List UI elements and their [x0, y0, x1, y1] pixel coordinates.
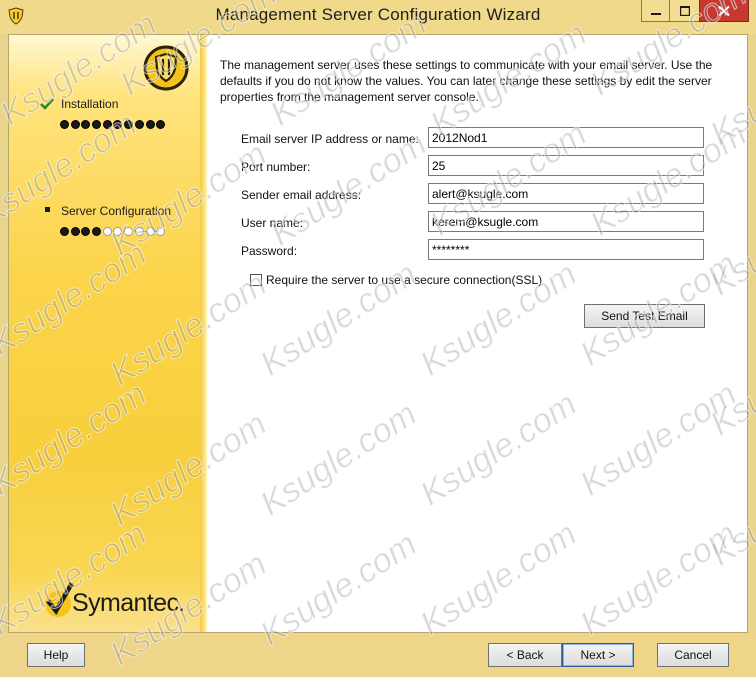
progress-dot [60, 120, 69, 129]
minimize-button[interactable] [641, 0, 669, 22]
ssl-checkbox[interactable] [250, 274, 262, 286]
user-name-input[interactable] [428, 211, 704, 232]
wizard-sidebar: Installation Server Configuration Symant… [9, 35, 200, 632]
symantec-checkmark-logo-icon [45, 581, 74, 617]
ssl-checkbox-label[interactable]: Require the server to use a secure conne… [266, 273, 542, 287]
cancel-button[interactable]: Cancel [657, 643, 729, 667]
progress-dot [92, 120, 102, 129]
progress-dot [134, 120, 144, 129]
send-test-email-button[interactable]: Send Test Email [584, 304, 705, 328]
step-label: Installation [61, 97, 119, 111]
sidebar-edge [200, 35, 207, 632]
logo-wordmark: Symantec. [72, 589, 185, 617]
progress-dot [60, 227, 69, 236]
password-input[interactable] [428, 239, 704, 260]
wizard-button-bar: Help < Back Next > Cancel [0, 633, 756, 677]
maximize-button[interactable] [669, 0, 699, 22]
step-progress-dots [60, 118, 167, 132]
progress-dot [70, 227, 80, 236]
sender-email-input[interactable] [428, 183, 704, 204]
symantec-logo: Symantec. [42, 581, 192, 621]
close-button[interactable] [699, 0, 749, 22]
email-server-label: Email server IP address or name: [241, 132, 419, 146]
description-text: The management server uses these setting… [220, 58, 713, 104]
sender-email-label: Sender email address: [241, 188, 362, 202]
progress-dot [124, 120, 134, 129]
title-bar: Management Server Configuration Wizard [0, 0, 756, 34]
email-server-input[interactable] [428, 127, 704, 148]
current-step-bullet-icon [45, 207, 50, 212]
port-number-label: Port number: [241, 160, 311, 174]
progress-dot [81, 227, 91, 236]
close-icon [718, 5, 730, 16]
progress-dot [92, 227, 102, 236]
step-label: Server Configuration [61, 204, 172, 218]
progress-dot [134, 227, 144, 236]
password-label: Password: [241, 244, 298, 258]
progress-dot [113, 120, 123, 129]
maximize-icon [679, 5, 690, 16]
progress-dot [124, 227, 134, 236]
back-button[interactable]: < Back [488, 643, 562, 667]
wizard-client-area: Installation Server Configuration Symant… [8, 34, 748, 633]
minimize-icon [650, 12, 661, 15]
progress-dot [102, 120, 112, 129]
step-progress-dots [60, 225, 167, 239]
symantec-shield-logo-icon [143, 45, 189, 91]
progress-dot [81, 120, 91, 129]
progress-dot [113, 227, 123, 236]
next-button[interactable]: Next > [562, 643, 634, 667]
checkmark-icon [40, 98, 54, 110]
port-number-input[interactable] [428, 155, 704, 176]
progress-dot [156, 120, 166, 129]
help-button[interactable]: Help [27, 643, 85, 667]
progress-dot [102, 227, 112, 236]
progress-dot [145, 227, 155, 236]
progress-dot [70, 120, 80, 129]
progress-dot [156, 227, 166, 236]
user-name-label: User name: [241, 216, 304, 230]
progress-dot [145, 120, 155, 129]
